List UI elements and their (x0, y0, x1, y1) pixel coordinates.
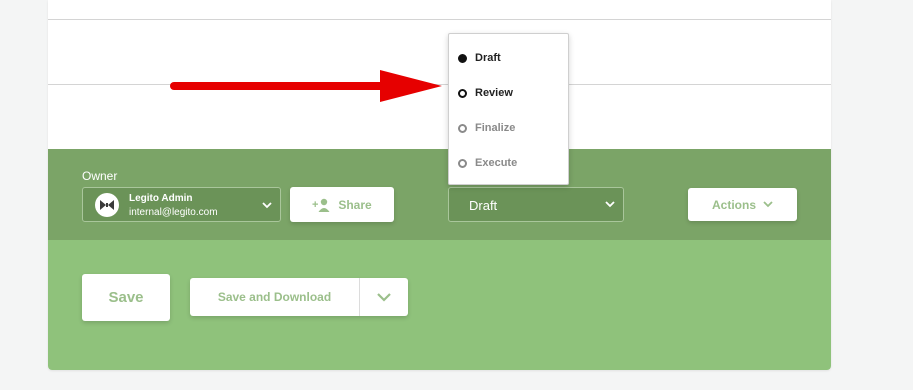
owner-toolbar: Owner Legito Admin internal@legito.com + (48, 149, 831, 240)
document-card: Owner Legito Admin internal@legito.com + (48, 0, 831, 370)
save-toolbar: Save Save and Download (48, 240, 831, 370)
document-divider (48, 19, 831, 20)
status-option-label: Finalize (475, 122, 516, 134)
add-user-icon: + (312, 198, 330, 212)
save-and-download-group: Save and Download (190, 278, 408, 316)
status-option-finalize[interactable]: Finalize (458, 118, 558, 138)
share-button-label: Share (338, 197, 372, 212)
actions-button-label: Actions (711, 197, 756, 212)
chevron-down-icon (377, 292, 391, 302)
status-option-label: Execute (475, 157, 518, 169)
svg-text:+: + (312, 199, 318, 211)
radio-icon (458, 158, 467, 168)
actions-button[interactable]: Actions (688, 188, 797, 221)
owner-email: internal@legito.com (129, 207, 218, 218)
owner-name: Legito Admin (129, 193, 193, 204)
save-options-toggle[interactable] (360, 278, 408, 316)
status-dropdown-menu: Draft Review Finalize Execute (448, 33, 569, 185)
owner-label: Owner (82, 169, 118, 183)
status-option-execute[interactable]: Execute (458, 153, 558, 173)
status-option-label: Draft (475, 52, 501, 64)
radio-icon (458, 123, 467, 133)
save-and-download-label: Save and Download (217, 290, 332, 304)
status-select[interactable]: Draft (448, 187, 624, 222)
avatar (95, 193, 119, 217)
avatar-logo-icon (100, 200, 114, 210)
status-option-label: Review (475, 87, 513, 99)
save-and-download-button[interactable]: Save and Download (190, 278, 359, 316)
share-button[interactable]: + Share (290, 187, 394, 222)
radio-icon (458, 88, 467, 98)
chevron-down-icon (262, 202, 272, 209)
status-option-review[interactable]: Review (458, 83, 558, 103)
save-button-label: Save (108, 289, 144, 306)
chevron-down-icon (763, 201, 773, 208)
owner-select[interactable]: Legito Admin internal@legito.com (82, 187, 281, 222)
chevron-down-icon (605, 201, 615, 208)
radio-icon (458, 53, 467, 63)
save-button[interactable]: Save (82, 274, 170, 321)
status-selected-value: Draft (469, 198, 498, 213)
red-arrow-annotation (170, 70, 442, 102)
status-option-draft[interactable]: Draft (458, 48, 558, 68)
